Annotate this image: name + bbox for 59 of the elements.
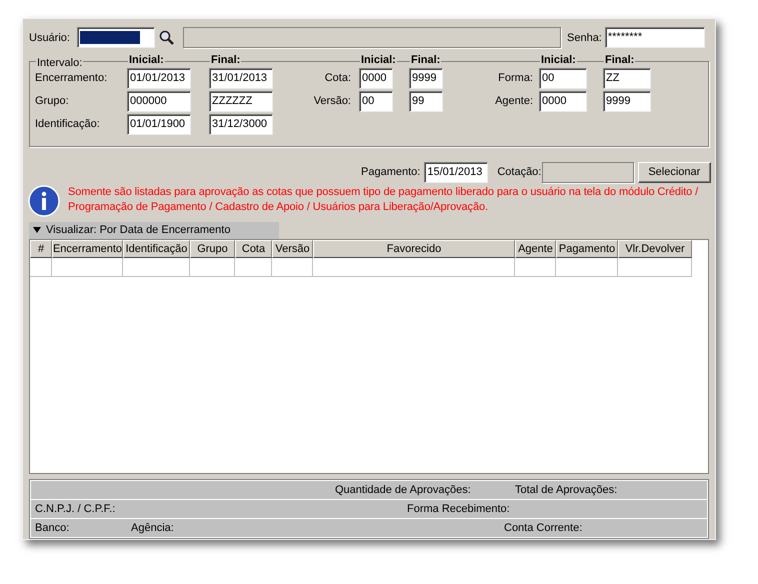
table-cell bbox=[30, 258, 52, 277]
table-cell bbox=[52, 258, 123, 277]
column-header[interactable]: Agente bbox=[515, 240, 556, 258]
info-icon bbox=[28, 185, 60, 218]
field-label: Agente: bbox=[494, 94, 534, 110]
column-header[interactable]: # bbox=[30, 240, 52, 258]
user-field[interactable] bbox=[77, 27, 155, 48]
column-header[interactable]: Cota bbox=[235, 240, 272, 258]
footer-label: C.N.P.J. / C.P.F.: bbox=[35, 502, 116, 517]
text-field[interactable]: 9999 bbox=[603, 90, 651, 112]
payment-label: Pagamento: bbox=[361, 164, 420, 180]
quotation-label: Cotação: bbox=[497, 164, 542, 180]
column-header[interactable]: Encerramento bbox=[52, 240, 123, 258]
field-label: Encerramento: bbox=[35, 71, 108, 86]
footer-label: Conta Corrente: bbox=[504, 520, 584, 536]
column-header[interactable]: Versão bbox=[272, 240, 313, 258]
text-field[interactable]: 9999 bbox=[409, 68, 443, 89]
column-header[interactable]: Pagamento bbox=[556, 240, 618, 258]
field-label: Forma: bbox=[497, 71, 534, 86]
user-label: Usuário: bbox=[29, 30, 71, 46]
text-field[interactable]: 31/01/2013 bbox=[209, 68, 273, 89]
text-field[interactable]: 00 bbox=[539, 68, 587, 89]
view-bar[interactable]: Visualizar: Por Data de Encerramento bbox=[29, 222, 279, 239]
table-cell bbox=[556, 258, 618, 277]
text-field[interactable]: 15/01/2013 bbox=[424, 162, 488, 183]
text-field[interactable]: ******** bbox=[604, 27, 705, 48]
text-field[interactable]: 99 bbox=[409, 90, 443, 112]
footer-label: Quantidade de Aprovações: bbox=[335, 482, 472, 498]
footer-label: Forma Recebimento: bbox=[407, 502, 511, 517]
password-label: Senha: bbox=[567, 30, 602, 46]
column-header[interactable]: Favorecido bbox=[313, 240, 515, 258]
field-label: Grupo: bbox=[35, 94, 70, 110]
select-button[interactable]: Selecionar bbox=[638, 162, 711, 183]
table-cell bbox=[515, 258, 556, 277]
table-cell bbox=[123, 258, 190, 277]
column-header[interactable]: Grupo bbox=[190, 240, 235, 258]
footer-label: Total de Aprovações: bbox=[515, 482, 618, 498]
table-cell bbox=[272, 258, 313, 277]
text-field[interactable]: 0000 bbox=[539, 90, 587, 112]
text-field[interactable]: 000000 bbox=[127, 90, 191, 112]
text-field[interactable]: 31/12/3000 bbox=[209, 114, 273, 135]
footer-label: Agência: bbox=[131, 520, 175, 536]
table-cell bbox=[235, 258, 272, 277]
text-field[interactable]: 00 bbox=[359, 90, 393, 112]
field-label: Cota: bbox=[324, 71, 352, 86]
text-field[interactable]: 0000 bbox=[359, 68, 393, 89]
field-label: Identificação: bbox=[35, 117, 101, 132]
text-field[interactable]: 01/01/1900 bbox=[127, 114, 191, 135]
view-label: Visualizar: Por Data de Encerramento bbox=[46, 223, 230, 238]
text-field[interactable]: ZZ bbox=[603, 68, 651, 89]
text-field[interactable]: ZZZZZZ bbox=[209, 90, 273, 112]
text-field[interactable]: 01/01/2013 bbox=[127, 68, 191, 89]
table-cell bbox=[190, 258, 235, 277]
column-header[interactable]: Vlr.Devolver bbox=[618, 240, 692, 258]
search-icon[interactable] bbox=[159, 30, 175, 46]
column-header[interactable]: Identificação bbox=[123, 240, 190, 258]
field-label: Versão: bbox=[312, 94, 352, 110]
footer-label: Banco: bbox=[35, 520, 70, 536]
info-message: Somente são listadas para aprovação as cotas que possuem tipo de pagamento liberado para o usuário na tela do módulo Crédito / Programação de Pagamento / Cadastro de Apoio / Usuários para Liberação/Aprovação. bbox=[68, 185, 700, 216]
